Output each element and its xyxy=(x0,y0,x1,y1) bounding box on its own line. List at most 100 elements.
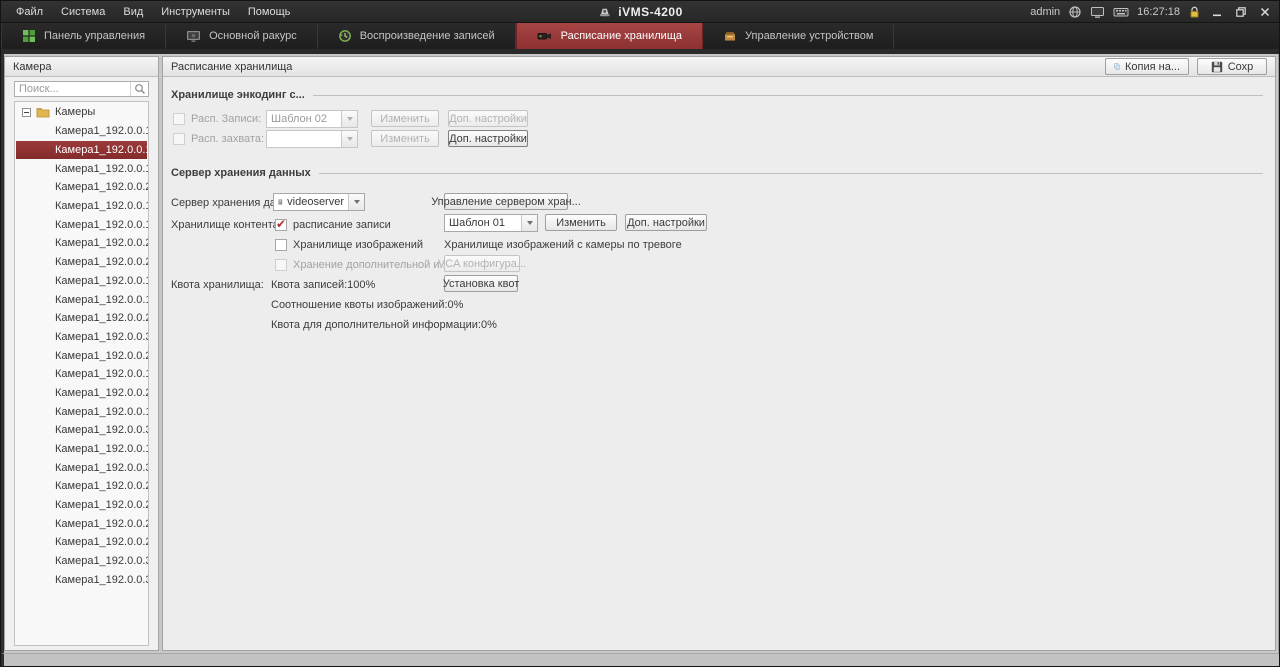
record-edit-button[interactable]: Изменить xyxy=(371,110,439,127)
camera-tree-item[interactable]: Камера1_192.0.0.31 xyxy=(15,552,148,571)
tab-label: Воспроизведение записей xyxy=(360,30,495,42)
camera-tree-item[interactable]: Камера1_192.0.0.14 xyxy=(15,197,148,216)
save-button[interactable]: Сохр xyxy=(1197,58,1267,75)
camera-tree-root[interactable]: Камеры xyxy=(15,102,148,122)
camera-tree-item[interactable]: Камера1_192.0.0.15 xyxy=(15,272,148,291)
close-button[interactable] xyxy=(1257,4,1273,20)
record-schedule-label: Расп. Записи: xyxy=(191,113,261,125)
tab-storage-schedule[interactable]: Расписание хранилища xyxy=(516,23,703,49)
camera-name: Камера1_192.0.0.35 xyxy=(55,574,149,586)
capture-advanced-button[interactable]: Доп. настройки xyxy=(448,130,528,147)
set-quota-label: Установка квот xyxy=(443,278,520,290)
divider xyxy=(319,173,1263,174)
encoding-section-title: Хранилище энкодинг с... xyxy=(171,89,305,101)
record-advanced-button[interactable]: Доп. настройки xyxy=(448,110,528,127)
camera-name: Камера1_192.0.0.11 xyxy=(55,406,149,418)
camera-tree-item[interactable]: Камера1_192.0.0.18 xyxy=(15,159,148,178)
camera-tree-item[interactable]: Камера1_192.0.0.30 xyxy=(15,458,148,477)
capture-template-select[interactable] xyxy=(266,130,358,148)
page-title: Расписание хранилища xyxy=(171,61,292,73)
additional-storage-checkbox[interactable] xyxy=(275,259,287,271)
record-template-select[interactable]: Шаблон 02 xyxy=(266,110,358,128)
chevron-down-icon xyxy=(348,194,364,210)
server-value: videoserver xyxy=(287,196,344,208)
camera-tree-item[interactable]: Камера1_192.0.0.19 xyxy=(15,215,148,234)
camera-tree-item[interactable]: Камера1_192.0.0.13 xyxy=(15,365,148,384)
camera-tree-item[interactable]: Камера1_192.0.0.10 xyxy=(15,290,148,309)
tab-label: Основной ракурс xyxy=(209,30,297,42)
lock-icon[interactable] xyxy=(1188,5,1201,19)
tab-label: Расписание хранилища xyxy=(561,30,682,42)
camera-tree-item[interactable]: Камера1_192.0.0.26 xyxy=(15,384,148,403)
header-buttons: Копия на... Сохр xyxy=(1105,58,1267,75)
screen-icon[interactable] xyxy=(1090,5,1105,19)
tab-remote-playback[interactable]: Воспроизведение записей xyxy=(318,23,516,49)
camera-tree-item[interactable]: Камера1_192.0.0.16 xyxy=(15,122,148,141)
tab-main-view[interactable]: Основной ракурс xyxy=(166,23,318,49)
set-quota-button[interactable]: Установка квот xyxy=(444,275,518,292)
collapse-icon[interactable] xyxy=(22,108,31,117)
camera-tree-item[interactable]: Камера1_192.0.0.32 xyxy=(15,421,148,440)
record-schedule-checkbox[interactable] xyxy=(173,113,185,125)
keyboard-icon[interactable] xyxy=(1113,5,1129,19)
manage-server-button[interactable]: Управление сервером хран... xyxy=(444,193,568,210)
minimize-button[interactable] xyxy=(1209,4,1225,20)
camera-tree-item[interactable]: Камера1_192.0.0.24 xyxy=(15,253,148,272)
capture-edit-button[interactable]: Изменить xyxy=(371,130,439,147)
camera-tree-item[interactable]: Камера1_192.0.0.23 xyxy=(15,309,148,328)
camera-tree-item[interactable]: Камера1_192.0.0.20 xyxy=(15,178,148,197)
copy-to-button[interactable]: Копия на... xyxy=(1105,58,1189,75)
record-schedule-option-checkbox[interactable] xyxy=(275,219,287,231)
camera-tree-item[interactable]: Камера1_192.0.0.35 xyxy=(15,571,148,590)
encoding-section-header: Хранилище энкодинг с... xyxy=(171,89,1263,101)
storage-template-select[interactable]: Шаблон 01 xyxy=(444,214,538,232)
picture-storage-checkbox[interactable] xyxy=(275,239,287,251)
storage-content-label: Хранилище контента: xyxy=(171,219,282,231)
server-select[interactable]: videoserver xyxy=(273,193,365,211)
camera-tree-item[interactable]: Камера1_192.0.0.29 xyxy=(15,514,148,533)
vca-config-label: VCA конфигура... xyxy=(438,258,526,270)
storage-advanced-button[interactable]: Доп. настройки xyxy=(625,214,707,231)
camera-tree-item[interactable]: Камера1_192.0.0.27 xyxy=(15,533,148,552)
menu-item[interactable]: Помощь xyxy=(239,1,300,23)
camera-tree-item[interactable]: Камера1_192.0.0.33 xyxy=(15,328,148,347)
camera-tree-item[interactable]: Камера1_192.0.0.17 xyxy=(15,440,148,459)
camera-tree-item[interactable]: Камера1_192.0.0.28 xyxy=(15,496,148,515)
restore-button[interactable] xyxy=(1233,4,1249,20)
camera-tree-item[interactable]: Камера1_192.0.0.21 xyxy=(15,234,148,253)
menu-item[interactable]: Система xyxy=(52,1,114,23)
camera-tree-item[interactable]: Камера1_192.0.0.11 xyxy=(15,402,148,421)
menubar-right: admin 16:27:18 xyxy=(1030,1,1273,23)
storage-template-value: Шаблон 01 xyxy=(445,217,521,229)
camera-tree-item[interactable]: Камера1_192.0.0.22 xyxy=(15,477,148,496)
search-icon[interactable] xyxy=(130,82,148,96)
tab-device-management[interactable]: Управление устройством xyxy=(703,23,894,49)
chevron-down-icon xyxy=(521,215,537,231)
tab-label: Панель управления xyxy=(44,30,145,42)
vca-config-button[interactable]: VCA конфигура... xyxy=(444,255,520,272)
server-section-header: Сервер хранения данных xyxy=(171,167,1263,179)
divider xyxy=(313,95,1263,96)
camera-name: Камера1_192.0.0.33 xyxy=(55,331,149,343)
playback-icon xyxy=(338,29,352,43)
menu-item[interactable]: Файл xyxy=(7,1,52,23)
record-schedule-option-label: расписание записи xyxy=(293,219,391,231)
capture-schedule-checkbox[interactable] xyxy=(173,133,185,145)
camera-name: Камера1_192.0.0.24 xyxy=(55,256,149,268)
menu-item[interactable]: Вид xyxy=(114,1,152,23)
status-bar xyxy=(1,653,1279,666)
menu-bar: ФайлСистемаВидИнструментыПомощь iVMS-420… xyxy=(1,1,1279,23)
camera-name: Камера1_192.0.0.16 xyxy=(55,125,149,137)
server-section-title: Сервер хранения данных xyxy=(171,167,311,179)
storage-edit-button[interactable]: Изменить xyxy=(545,214,617,231)
camera-tree-item[interactable]: Камера1_192.0.0.12 xyxy=(16,141,147,160)
menu-item[interactable]: Инструменты xyxy=(152,1,239,23)
tab-control-panel[interactable]: Панель управления xyxy=(1,23,166,49)
camera-name: Камера1_192.0.0.32 xyxy=(55,424,149,436)
camera-name: Камера1_192.0.0.22 xyxy=(55,480,149,492)
language-globe-icon[interactable] xyxy=(1068,5,1082,19)
camera-tree-item[interactable]: Камера1_192.0.0.25 xyxy=(15,346,148,365)
record-schedule-row-left: Расп. Записи: xyxy=(173,113,261,125)
camera-tree: Камеры Камера1_192.0.0.16 Камера1_192.0.… xyxy=(14,101,149,646)
search-input[interactable] xyxy=(15,83,130,95)
